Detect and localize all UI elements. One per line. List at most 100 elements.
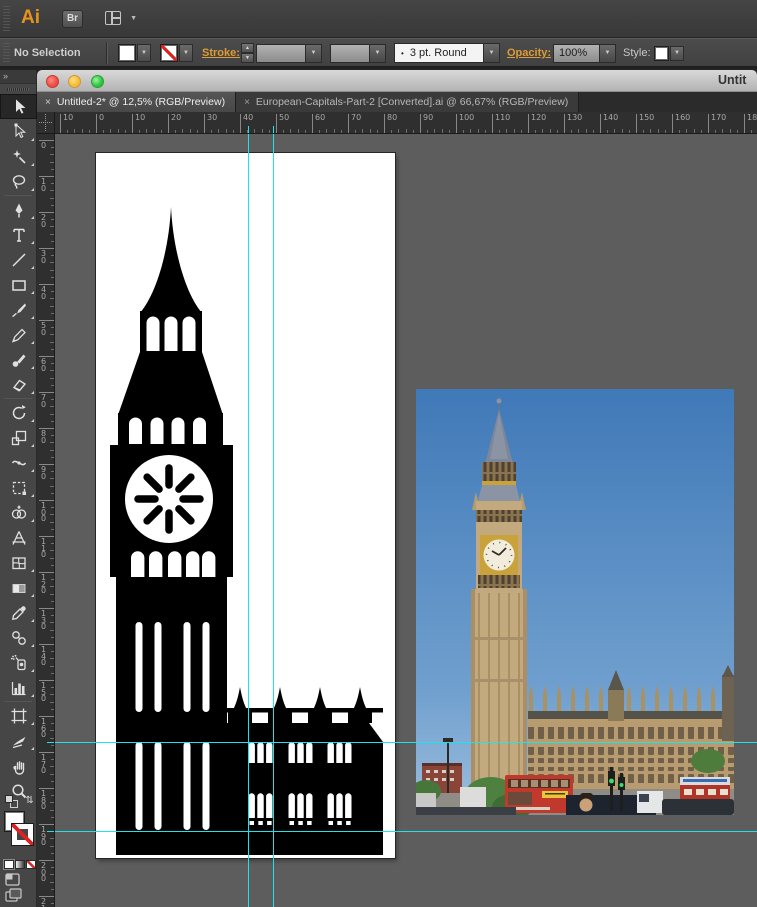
tool-eraser[interactable]: [0, 372, 37, 397]
minimize-window-button[interactable]: [68, 75, 81, 88]
bigben-silhouette-artwork[interactable]: [96, 153, 395, 858]
width-profile-value[interactable]: [330, 43, 370, 63]
tool-hand[interactable]: [0, 753, 37, 778]
default-fill-stroke-icon[interactable]: [5, 795, 18, 808]
tool-artboard[interactable]: [0, 703, 37, 728]
opacity-value[interactable]: 100%: [553, 43, 600, 63]
pen-icon: [15, 203, 22, 217]
fill-swatch[interactable]: [118, 44, 136, 62]
stepper-up-icon: ▲: [241, 43, 254, 53]
zoom-window-button[interactable]: [91, 75, 104, 88]
swap-fill-stroke-icon[interactable]: ⇄: [23, 795, 34, 803]
selection-icon: [15, 99, 25, 114]
tool-blob-brush[interactable]: [0, 347, 37, 372]
illustrator-logo: Ai: [21, 7, 40, 28]
tool-symbol-sprayer[interactable]: [0, 650, 37, 675]
gradient-button[interactable]: [15, 860, 25, 869]
none-button[interactable]: [26, 860, 36, 869]
stroke-weight-value[interactable]: [256, 43, 306, 63]
document-window: Untit × Untitled-2* @ 12,5% (RGB/Preview)…: [37, 70, 757, 907]
tool-width[interactable]: [0, 450, 37, 475]
tool-rotate[interactable]: [0, 400, 37, 425]
stroke-proxy-none[interactable]: [11, 823, 34, 846]
vertical-guide-1[interactable]: [273, 134, 274, 907]
vertical-ruler[interactable]: 01 02 03 04 05 06 07 08 09 01 0 01 1 01 …: [37, 134, 55, 907]
tool-direct-selection[interactable]: [0, 119, 37, 144]
workspace-switcher[interactable]: ▼: [105, 10, 137, 27]
hand-icon: [12, 760, 24, 775]
brush-combo[interactable]: • 3 pt. Round ▼: [394, 39, 500, 67]
tab-label: European-Capitals-Part-2 [Converted].ai …: [255, 96, 569, 108]
magic-wand-icon: [12, 149, 26, 164]
tool-lasso[interactable]: [0, 169, 37, 194]
tool-gradient[interactable]: [0, 575, 37, 600]
style-swatch[interactable]: [654, 45, 669, 61]
stroke-dropdown[interactable]: ▼: [179, 44, 193, 62]
stroke-panel-link[interactable]: Stroke:: [202, 39, 240, 67]
illustrator-app: Ai Br ▼ No Selection ▼ ▼ Stroke: ▲▼ ▼ ▼: [0, 0, 757, 907]
opacity-dropdown[interactable]: ▼: [600, 43, 616, 63]
opacity-panel-link[interactable]: Opacity:: [507, 39, 551, 67]
tool-line-segment[interactable]: [0, 247, 37, 272]
pencil-icon: [11, 328, 26, 343]
bridge-button[interactable]: Br: [62, 10, 83, 28]
tool-paintbrush[interactable]: [0, 297, 37, 322]
artboard[interactable]: [96, 153, 395, 858]
screen-mode-button[interactable]: [0, 887, 37, 903]
stroke-weight-dropdown[interactable]: ▼: [306, 43, 322, 63]
bigben-photo-image[interactable]: [416, 389, 734, 815]
tool-perspective-grid[interactable]: [0, 525, 37, 550]
tool-blend[interactable]: [0, 625, 37, 650]
document-tab-0[interactable]: × Untitled-2* @ 12,5% (RGB/Preview): [37, 92, 237, 112]
brush-dropdown[interactable]: ▼: [484, 43, 500, 63]
stroke-color-control[interactable]: ▼: [160, 39, 193, 67]
close-tab-icon[interactable]: ×: [244, 97, 250, 108]
mesh-icon: [11, 556, 26, 569]
horizontal-ruler[interactable]: 10 0 10 20 30 40 50 60 70 80 90 100 110 120 130 140 150 1…: [55, 112, 757, 134]
tool-shape-builder[interactable]: [0, 500, 37, 525]
horizontal-guide-1[interactable]: [55, 831, 757, 832]
tool-magic-wand[interactable]: [0, 144, 37, 169]
tool-mesh[interactable]: [0, 550, 37, 575]
close-tab-icon[interactable]: ×: [45, 97, 51, 108]
tool-pen[interactable]: [0, 197, 37, 222]
horizontal-guide-0[interactable]: [55, 742, 757, 743]
panel-grip[interactable]: [0, 84, 36, 94]
workspace: » ⇄ Untit × Untitled-2* @ 12,5% (RGB/Pre…: [0, 68, 757, 907]
line-segment-icon: [11, 252, 26, 267]
panel-collapse-button[interactable]: »: [0, 70, 36, 84]
gradient-icon: [12, 583, 25, 593]
color-button[interactable]: [4, 860, 14, 869]
opacity-combo[interactable]: 100% ▼: [553, 39, 616, 67]
bar-grip: [3, 43, 10, 62]
tools-list: [0, 94, 37, 803]
fill-color-control[interactable]: ▼: [118, 39, 151, 67]
tool-selection[interactable]: [0, 94, 37, 119]
tool-rectangle[interactable]: [0, 272, 37, 297]
tool-column-graph[interactable]: [0, 675, 37, 700]
tool-slice[interactable]: [0, 728, 37, 753]
drawing-mode-button[interactable]: [0, 871, 37, 887]
stroke-swatch-none[interactable]: [160, 44, 178, 62]
vertical-guide-0[interactable]: [248, 134, 249, 907]
style-label: Style:: [623, 47, 651, 59]
tool-type[interactable]: [0, 222, 37, 247]
tool-pencil[interactable]: [0, 322, 37, 347]
style-dropdown[interactable]: ▼: [670, 45, 684, 61]
width-profile-dropdown[interactable]: ▼: [370, 43, 386, 63]
tool-eyedropper[interactable]: [0, 600, 37, 625]
type-icon: [12, 228, 25, 242]
canvas-pasteboard[interactable]: [55, 134, 757, 907]
style-combo[interactable]: ▼: [654, 39, 684, 67]
window-titlebar[interactable]: Untit: [37, 70, 757, 92]
width-profile-combo[interactable]: ▼: [330, 39, 386, 67]
ruler-origin-corner[interactable]: [37, 112, 55, 134]
fill-dropdown[interactable]: ▼: [137, 44, 151, 62]
document-tab-1[interactable]: × European-Capitals-Part-2 [Converted].ai…: [236, 92, 580, 112]
tool-scale[interactable]: [0, 425, 37, 450]
brush-value[interactable]: • 3 pt. Round: [394, 43, 484, 63]
tool-free-transform[interactable]: [0, 475, 37, 500]
stroke-weight-combo[interactable]: ▼: [256, 39, 322, 67]
close-window-button[interactable]: [46, 75, 59, 88]
stroke-weight-stepper[interactable]: ▲ ▼: [241, 39, 256, 67]
